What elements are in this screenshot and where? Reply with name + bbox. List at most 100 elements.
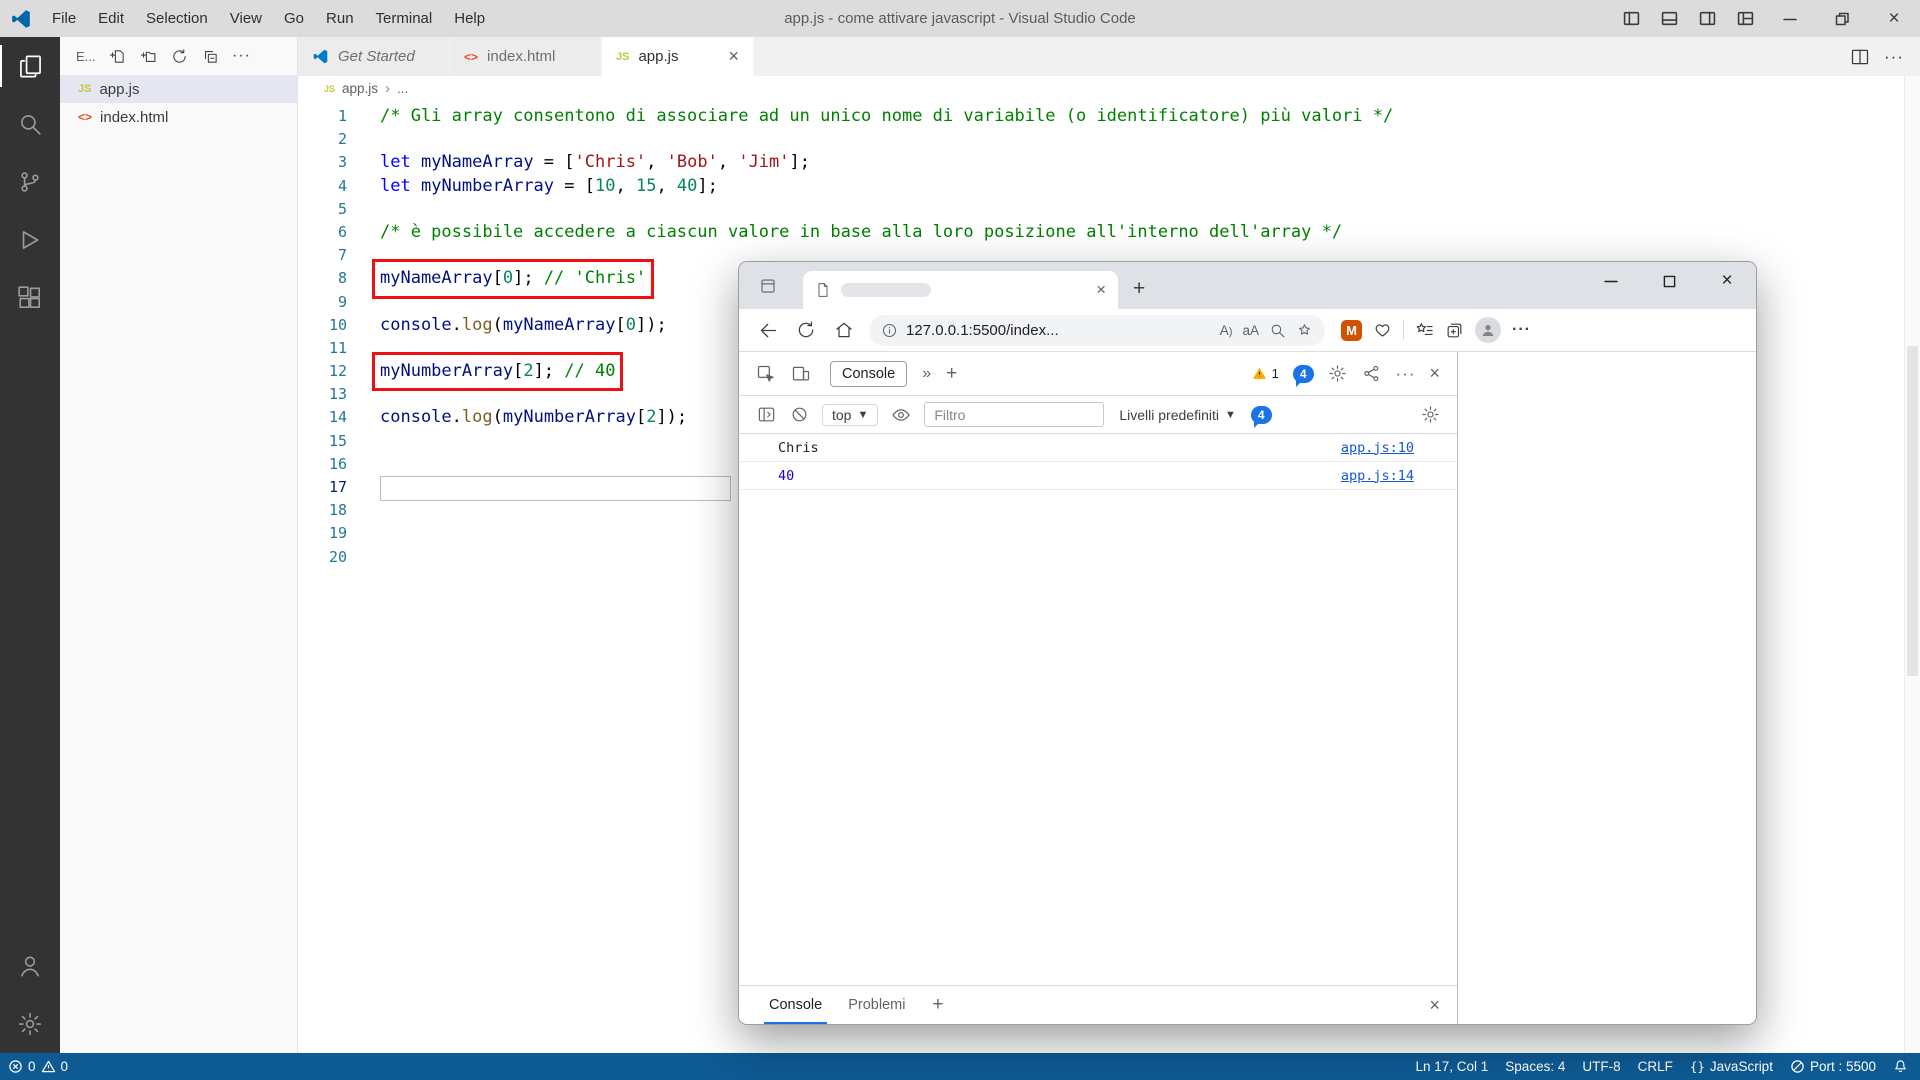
console-source-link[interactable]: app.js:10 — [1341, 440, 1414, 456]
menu-edit[interactable]: Edit — [87, 0, 135, 37]
activitybar-explorer[interactable] — [0, 37, 60, 95]
activitybar-run-debug[interactable] — [0, 211, 60, 269]
issues-warning-badge[interactable]: 1 — [1252, 366, 1279, 381]
minimize-button[interactable] — [1764, 0, 1816, 37]
live-expression-eye-icon[interactable] — [891, 405, 911, 425]
console-output[interactable]: Chrisapp.js:1040app.js:14 — [739, 434, 1457, 985]
add-favorite-star-icon[interactable] — [1296, 322, 1313, 339]
new-tab-button[interactable]: + — [1133, 277, 1145, 301]
zoom-icon[interactable] — [1269, 322, 1286, 339]
browser-maximize-button[interactable] — [1640, 262, 1698, 300]
console-settings-gear-icon[interactable] — [1420, 405, 1440, 425]
refresh-icon[interactable] — [170, 46, 190, 66]
drawer-add-tab-icon[interactable]: + — [932, 994, 943, 1016]
tab-close-icon[interactable]: × — [718, 46, 739, 67]
activitybar-account[interactable] — [0, 937, 60, 995]
new-folder-icon[interactable] — [139, 46, 159, 66]
browser-minimize-button[interactable] — [1582, 262, 1640, 300]
drawer-close-icon[interactable]: × — [1429, 995, 1440, 1016]
clear-console-icon[interactable] — [789, 405, 809, 425]
explorer-file-app-js[interactable]: JSapp.js — [60, 75, 297, 103]
statusbar-cursor-position[interactable]: Ln 17, Col 1 — [1415, 1059, 1488, 1074]
new-file-icon[interactable] — [108, 46, 128, 66]
collapse-folders-icon[interactable] — [201, 46, 221, 66]
home-icon[interactable] — [827, 313, 861, 347]
editor-more-actions-icon[interactable]: ··· — [1884, 47, 1904, 67]
url-text[interactable]: 127.0.0.1:5500/index... — [906, 322, 1059, 339]
menu-go[interactable]: Go — [273, 0, 315, 37]
devtools-settings-gear-icon[interactable] — [1328, 364, 1348, 384]
notifications-bell[interactable] — [1893, 1059, 1908, 1074]
browser-essentials-icon[interactable] — [1373, 321, 1392, 340]
read-aloud-icon[interactable]: A) — [1220, 323, 1233, 338]
toggle-panel-right-icon[interactable] — [1688, 0, 1726, 37]
menu-help[interactable]: Help — [443, 0, 496, 37]
console-filter-input[interactable] — [924, 402, 1104, 427]
menu-selection[interactable]: Selection — [135, 0, 219, 37]
devtools-tab-console[interactable]: Console — [830, 361, 907, 387]
tab-close-icon[interactable]: × — [1096, 280, 1106, 300]
close-button[interactable]: × — [1868, 0, 1920, 37]
collections-icon[interactable] — [1445, 321, 1464, 340]
javascript-context-dropdown[interactable]: top▼ — [822, 404, 878, 426]
device-toolbar-icon[interactable] — [791, 364, 811, 384]
messages-badge[interactable]: 4 — [1251, 406, 1272, 424]
inspect-element-icon[interactable] — [756, 364, 776, 384]
add-tool-icon[interactable]: + — [946, 363, 957, 385]
favorites-icon[interactable] — [1415, 321, 1434, 340]
console-sidebar-toggle-icon[interactable] — [756, 405, 776, 425]
menu-file[interactable]: File — [41, 0, 87, 37]
log-levels-dropdown[interactable]: Livelli predefiniti▼ — [1117, 405, 1238, 425]
console-source-link[interactable]: app.js:14 — [1341, 468, 1414, 484]
tab-actions-icon[interactable] — [759, 277, 777, 295]
page-viewport[interactable] — [1459, 352, 1756, 1024]
activitybar-extensions[interactable] — [0, 269, 60, 327]
customize-layout-icon[interactable] — [1726, 0, 1764, 37]
statusbar-language-mode[interactable]: {}JavaScript — [1690, 1059, 1773, 1074]
messages-badge[interactable]: 4 — [1293, 365, 1314, 383]
code-line-2[interactable]: 2 — [298, 128, 1904, 151]
drawer-tab-problemi[interactable]: Problemi — [835, 986, 918, 1024]
devtools-share-icon[interactable] — [1362, 364, 1382, 384]
statusbar-eol[interactable]: CRLF — [1638, 1059, 1673, 1074]
menu-view[interactable]: View — [219, 0, 273, 37]
menu-run[interactable]: Run — [315, 0, 365, 37]
more-actions-icon[interactable]: ··· — [232, 46, 252, 66]
explorer-file-index-html[interactable]: <>index.html — [60, 103, 297, 131]
restore-button[interactable] — [1816, 0, 1868, 37]
split-editor-icon[interactable] — [1850, 47, 1870, 67]
activitybar-search[interactable] — [0, 95, 60, 153]
breadcrumb[interactable]: JS app.js › ... — [298, 76, 1920, 101]
problems-indicator[interactable]: 0 0 — [8, 1059, 68, 1074]
activitybar-source-control[interactable] — [0, 153, 60, 211]
code-line-1[interactable]: 1/* Gli array consentono di associare ad… — [298, 105, 1904, 128]
back-icon[interactable] — [751, 313, 785, 347]
profile-avatar[interactable] — [1475, 317, 1501, 343]
editor-scrollbar[interactable] — [1904, 76, 1920, 1053]
code-line-4[interactable]: 4let myNumberArray = [10, 15, 40]; — [298, 175, 1904, 198]
statusbar-indentation[interactable]: Spaces: 4 — [1505, 1059, 1565, 1074]
tab-app-js[interactable]: JSapp.js× — [602, 37, 754, 76]
breadcrumb-file[interactable]: app.js — [342, 81, 378, 96]
refresh-icon[interactable] — [789, 313, 823, 347]
address-bar[interactable]: 127.0.0.1:5500/index... A) aA — [869, 315, 1325, 346]
code-line-6[interactable]: 6/* è possibile accedere a ciascun valor… — [298, 221, 1904, 244]
statusbar-encoding[interactable]: UTF-8 — [1582, 1059, 1620, 1074]
menu-terminal[interactable]: Terminal — [365, 0, 444, 37]
devtools-close-icon[interactable]: × — [1429, 363, 1440, 384]
browser-close-button[interactable]: × — [1698, 262, 1756, 300]
activitybar-settings[interactable] — [0, 995, 60, 1053]
browser-tab[interactable]: × — [803, 271, 1118, 309]
site-info-icon[interactable] — [881, 322, 898, 339]
breadcrumb-more[interactable]: ... — [397, 81, 408, 96]
tab-index-html[interactable]: <>index.html — [450, 37, 602, 76]
scrollbar-thumb[interactable] — [1907, 346, 1918, 676]
drawer-tab-console[interactable]: Console — [756, 986, 835, 1024]
more-tabs-icon[interactable]: » — [922, 365, 931, 383]
tab-get-started[interactable]: Get Started — [298, 37, 450, 76]
toggle-panel-bottom-icon[interactable] — [1650, 0, 1688, 37]
browser-more-icon[interactable]: ··· — [1512, 321, 1531, 339]
translate-icon[interactable]: aA — [1242, 323, 1259, 338]
toggle-panel-left-icon[interactable] — [1612, 0, 1650, 37]
statusbar-live-server-port[interactable]: Port : 5500 — [1790, 1059, 1876, 1074]
